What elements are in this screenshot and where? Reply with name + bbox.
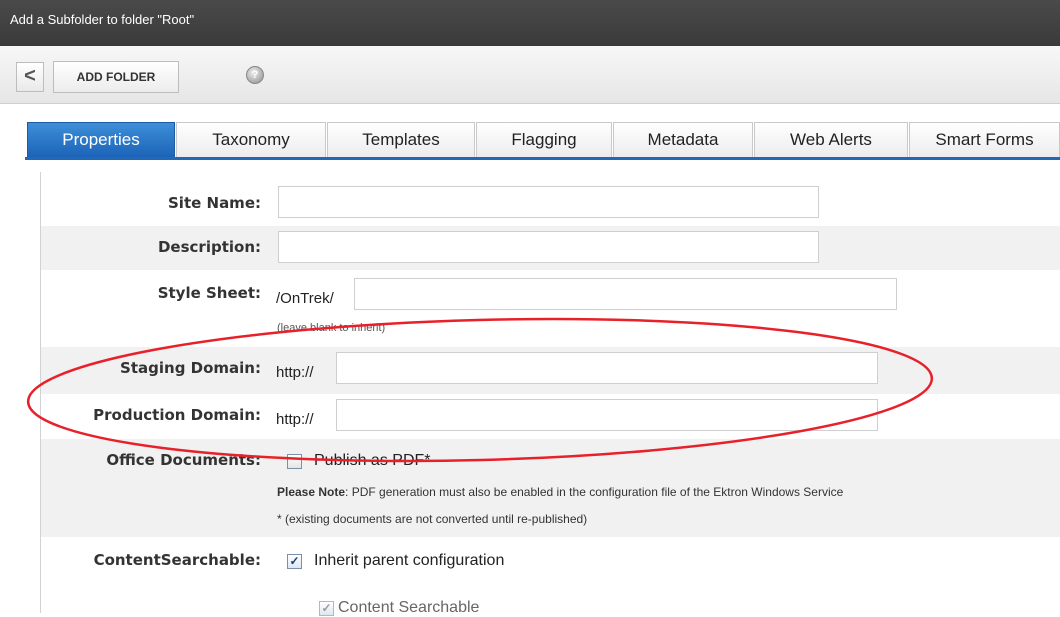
staging-domain-label: Staging Domain:	[120, 359, 261, 377]
style-sheet-label: Style Sheet:	[157, 284, 261, 302]
pdf-note-bold: Please Note	[277, 485, 346, 499]
pdf-note: Please Note: PDF generation must also be…	[277, 485, 843, 499]
properties-form: Site Name: Description: Style Sheet: /On…	[40, 172, 1060, 616]
tab-taxonomy[interactable]: Taxonomy	[176, 122, 326, 158]
window-title: Add a Subfolder to folder "Root"	[0, 0, 1060, 46]
content-searchable-label: ContentSearchable:	[93, 551, 261, 569]
production-domain-input[interactable]	[336, 399, 878, 431]
pdf-note-text: : PDF generation must also be enabled in…	[345, 485, 844, 499]
style-sheet-row: Style Sheet: /OnTrek/ (leave blank to in…	[41, 270, 1060, 347]
tab-properties[interactable]: Properties	[27, 122, 175, 158]
tab-underline	[25, 157, 1060, 160]
tab-web-alerts[interactable]: Web Alerts	[754, 122, 908, 158]
site-name-row: Site Name:	[41, 180, 1060, 226]
office-documents-row: Office Documents: Publish as PDF* Please…	[41, 439, 1060, 537]
inherit-parent-label: Inherit parent configuration	[314, 552, 505, 569]
tab-smart-forms[interactable]: Smart Forms	[909, 122, 1060, 158]
description-label: Description:	[157, 238, 261, 256]
style-sheet-hint: (leave blank to inherit)	[277, 322, 386, 334]
site-name-input[interactable]	[278, 186, 819, 218]
style-sheet-input[interactable]	[354, 278, 897, 310]
pdf-footnote: * (existing documents are not converted …	[277, 512, 588, 526]
tab-bar: Properties Taxonomy Templates Flagging M…	[0, 104, 1060, 162]
staging-domain-prefix: http://	[276, 364, 314, 381]
staging-domain-row: Staging Domain: http://	[41, 347, 1060, 394]
toolbar: < ADD FOLDER ?	[0, 46, 1060, 104]
style-sheet-prefix: /OnTrek/	[276, 290, 334, 307]
office-documents-label: Office Documents:	[106, 451, 261, 469]
tab-flagging[interactable]: Flagging	[476, 122, 612, 158]
production-domain-prefix: http://	[276, 411, 314, 428]
production-domain-label: Production Domain:	[93, 406, 261, 424]
publish-pdf-checkbox[interactable]	[287, 454, 302, 469]
tab-templates[interactable]: Templates	[327, 122, 475, 158]
add-folder-button[interactable]: ADD FOLDER	[53, 61, 179, 93]
inherit-parent-checkbox[interactable]: ✓	[287, 554, 302, 569]
description-input[interactable]	[278, 231, 819, 263]
help-icon[interactable]: ?	[246, 66, 264, 84]
production-domain-row: Production Domain: http://	[41, 394, 1060, 439]
staging-domain-input[interactable]	[336, 352, 878, 384]
publish-pdf-label: Publish as PDF*	[314, 452, 431, 469]
tab-metadata[interactable]: Metadata	[613, 122, 753, 158]
site-name-label: Site Name:	[168, 194, 261, 212]
content-searchable-checkbox[interactable]: ✓	[319, 601, 334, 616]
back-button[interactable]: <	[16, 62, 44, 92]
content-searchable-row: ContentSearchable: ✓ Inherit parent conf…	[41, 537, 1060, 616]
chevron-left-icon: <	[24, 65, 36, 87]
description-row: Description:	[41, 226, 1060, 270]
content-searchable-option-label: Content Searchable	[338, 599, 480, 616]
